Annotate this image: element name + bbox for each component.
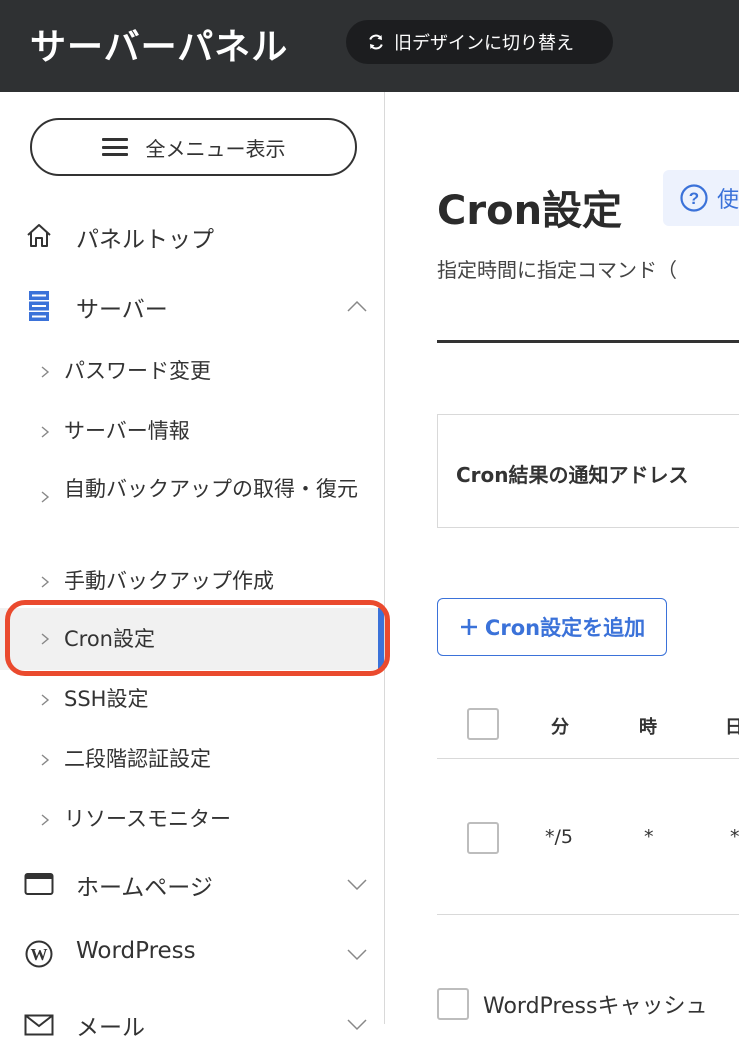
sidebar-item-label: メール xyxy=(76,1015,145,1041)
sidebar-item-mail[interactable]: メール xyxy=(0,1006,384,1042)
app-title: サーバーパネル xyxy=(30,27,289,68)
chevron-right-icon xyxy=(41,366,50,378)
sidebar-subitem-label: SSH設定 xyxy=(64,687,149,711)
add-cron-label: Cron設定を追加 xyxy=(484,616,646,640)
notify-address-label: Cron結果の通知アドレス xyxy=(456,463,689,487)
sidebar-item-label: WordPress xyxy=(76,938,196,964)
top-header: サーバーパネル 旧デザインに切り替え xyxy=(0,0,739,92)
sidebar-subitem-label: 自動バックアップの取得・復元 xyxy=(64,477,358,501)
sidebar-item-label: パネルトップ xyxy=(76,227,214,253)
refresh-icon xyxy=(369,34,383,50)
notify-address-panel: Cron結果の通知アドレス xyxy=(437,414,739,528)
sidebar-item-label: サーバー xyxy=(76,297,168,323)
svg-text:W: W xyxy=(31,945,48,964)
sidebar-item-server[interactable]: サーバー xyxy=(0,288,384,324)
column-header-day: 日 xyxy=(725,717,739,738)
title-divider xyxy=(437,340,739,343)
all-menu-label: 全メニュー表示 xyxy=(145,136,286,161)
table-divider xyxy=(437,758,739,759)
sidebar-item-label: ホームページ xyxy=(76,875,213,901)
mail-icon xyxy=(24,1010,54,1040)
plus-icon xyxy=(460,619,477,635)
usage-guide-label: 使 xyxy=(717,188,739,213)
chevron-right-icon xyxy=(41,426,50,438)
sidebar-subitem-label: Cron設定 xyxy=(64,627,155,651)
sidebar-subitem-password[interactable]: パスワード変更 xyxy=(0,354,384,390)
sidebar-subitem-resource-monitor[interactable]: リソースモニター xyxy=(0,802,384,838)
chevron-right-icon xyxy=(41,814,50,826)
switch-old-design-button[interactable]: 旧デザインに切り替え xyxy=(346,20,613,64)
server-icon xyxy=(24,291,54,321)
column-header-hour: 時 xyxy=(639,717,657,738)
sidebar-subitem-auto-backup[interactable]: 自動バックアップの取得・復元 xyxy=(0,474,384,536)
sidebar-item-homepage[interactable]: ホームページ xyxy=(0,866,384,902)
wp-cache-checkbox[interactable] xyxy=(437,988,469,1020)
hamburger-icon xyxy=(101,138,128,156)
sidebar-subitem-label: リソースモニター xyxy=(64,807,231,831)
chevron-right-icon xyxy=(41,633,50,645)
chevron-right-icon xyxy=(41,576,50,588)
sidebar-subitem-two-factor[interactable]: 二段階認証設定 xyxy=(0,742,384,778)
switch-old-design-label: 旧デザインに切り替え xyxy=(394,33,574,54)
sidebar-subitem-label: 手動バックアップ作成 xyxy=(64,569,274,593)
usage-guide-button[interactable]: ? 使 xyxy=(663,170,739,226)
all-menu-button[interactable]: 全メニュー表示 xyxy=(30,118,357,176)
active-indicator xyxy=(378,608,384,670)
page-title: Cron設定 xyxy=(437,188,623,234)
chevron-right-icon xyxy=(41,491,50,503)
chevron-down-icon xyxy=(347,879,367,891)
chevron-up-icon xyxy=(347,300,367,312)
add-cron-button[interactable]: Cron設定を追加 xyxy=(437,598,667,656)
chevron-down-icon xyxy=(347,1019,367,1031)
cell-minute: */5 xyxy=(545,826,573,848)
chevron-right-icon xyxy=(41,754,50,766)
sidebar-subitem-ssh[interactable]: SSH設定 xyxy=(0,682,384,718)
svg-text:?: ? xyxy=(689,189,699,208)
chevron-right-icon xyxy=(41,694,50,706)
sidebar-subitem-label: パスワード変更 xyxy=(64,359,211,383)
browser-window-icon xyxy=(24,869,54,899)
main-content: Cron設定 ? 使 指定時間に指定コマンド（ Cron結果の通知アドレス Cr… xyxy=(385,92,739,1024)
sidebar: 全メニュー表示 パネルトップ サーバー パスワード変更 サーバー情報 自動バック… xyxy=(0,92,390,1041)
sidebar-item-wordpress[interactable]: W WordPress xyxy=(0,936,384,972)
help-circle-icon: ? xyxy=(680,184,708,212)
sidebar-item-panel-top[interactable]: パネルトップ xyxy=(0,218,384,254)
row-checkbox[interactable] xyxy=(467,822,499,854)
sidebar-subitem-manual-backup[interactable]: 手動バックアップ作成 xyxy=(0,564,384,600)
sidebar-subitem-server-info[interactable]: サーバー情報 xyxy=(0,414,384,450)
cell-day: * xyxy=(730,826,739,848)
cell-hour: * xyxy=(644,826,654,848)
chevron-down-icon xyxy=(347,949,367,961)
wp-cache-label: WordPressキャッシュ xyxy=(483,994,708,1019)
column-header-minute: 分 xyxy=(551,717,569,738)
table-divider xyxy=(437,914,739,915)
select-all-checkbox[interactable] xyxy=(467,708,499,740)
wordpress-icon: W xyxy=(24,939,54,969)
sidebar-subitem-cron[interactable]: Cron設定 xyxy=(0,608,384,670)
page-description: 指定時間に指定コマンド（ xyxy=(437,258,677,282)
sidebar-subitem-label: 二段階認証設定 xyxy=(64,747,211,771)
home-icon xyxy=(24,221,54,251)
sidebar-subitem-label: サーバー情報 xyxy=(64,419,190,443)
